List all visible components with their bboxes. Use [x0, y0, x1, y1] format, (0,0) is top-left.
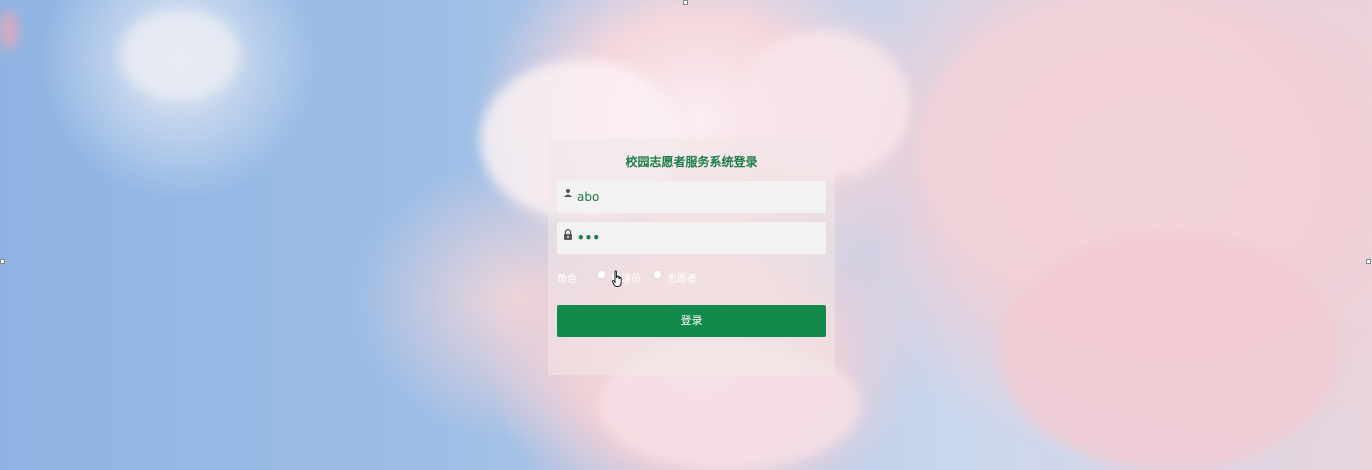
login-title: 校园志愿者服务系统登录 [625, 155, 758, 169]
role-radio-admin[interactable] [597, 270, 606, 279]
background-blossom [0, 10, 18, 50]
username-input[interactable] [577, 181, 817, 213]
role-selector: 角色 管理员 志愿者 [557, 268, 827, 285]
hand-cursor-icon [612, 270, 624, 288]
background-blossom [1000, 230, 1340, 470]
login-panel: 校园志愿者服务系统登录 角色 管理员 [548, 138, 835, 375]
user-icon [563, 188, 573, 200]
role-radio-volunteer[interactable] [653, 270, 662, 279]
login-page: 校园志愿者服务系统登录 角色 管理员 [0, 0, 1372, 470]
selection-handle [1366, 259, 1371, 264]
selection-handle [0, 259, 5, 264]
lock-icon [563, 229, 573, 241]
login-button[interactable]: 登录 [557, 305, 826, 337]
selection-handle [683, 0, 688, 5]
role-label: 角色 [557, 274, 577, 285]
background-blossom [120, 10, 240, 100]
password-field[interactable] [557, 222, 826, 254]
role-option-volunteer-label[interactable]: 志愿者 [667, 270, 697, 285]
username-field[interactable] [557, 181, 826, 213]
password-input[interactable] [577, 222, 817, 254]
